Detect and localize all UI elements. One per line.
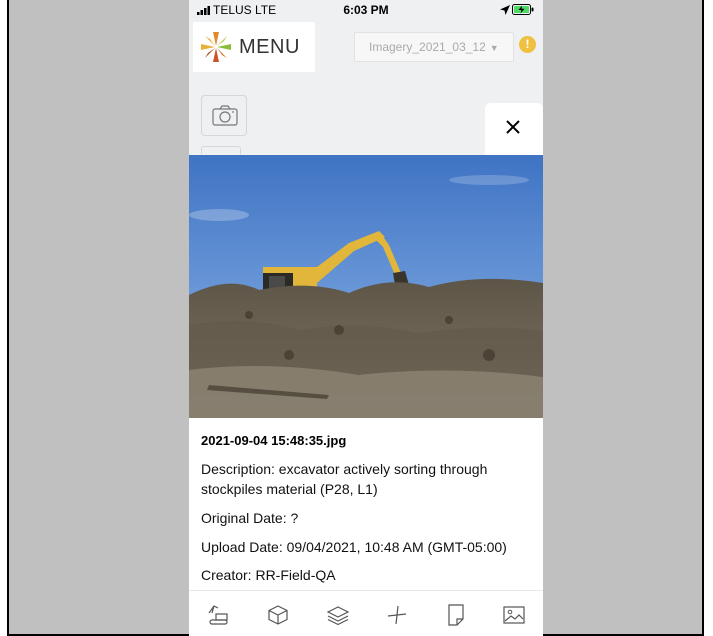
imagery-dropdown-value: Imagery_2021_03_12 xyxy=(369,40,486,54)
close-icon xyxy=(506,120,520,134)
document-icon[interactable] xyxy=(444,603,468,627)
photo-description: Description: excavator actively sorting … xyxy=(201,461,488,497)
site-photo xyxy=(189,155,543,418)
photo-creator: Creator: RR-Field-QA xyxy=(201,567,336,583)
bottom-toolbar xyxy=(189,590,543,636)
photo-details-panel: 2021-09-04 15:48:35.jpg Description: exc… xyxy=(189,418,543,590)
menu-label: MENU xyxy=(239,36,300,58)
close-button[interactable] xyxy=(485,103,543,155)
image-icon[interactable] xyxy=(502,603,526,627)
panel-tab-edge xyxy=(201,146,241,154)
status-bar: TELUS LTE 6:03 PM xyxy=(189,0,543,20)
alert-icon[interactable]: ! xyxy=(519,36,536,53)
imagery-dropdown[interactable]: Imagery_2021_03_12 ▼ xyxy=(354,32,514,62)
status-time: 6:03 PM xyxy=(343,3,389,17)
app-logo-icon xyxy=(201,32,231,62)
camera-icon xyxy=(212,105,238,126)
camera-button[interactable] xyxy=(201,95,247,136)
phone-screen: TELUS LTE 6:03 PM MENU Imagery_2021_03_1… xyxy=(189,0,543,636)
measure-icon[interactable] xyxy=(385,603,409,627)
caret-down-icon: ▼ xyxy=(489,43,499,53)
excavator-icon[interactable] xyxy=(206,603,230,627)
photo-original-date: Original Date: ? xyxy=(201,510,299,526)
location-arrow-icon xyxy=(500,5,510,15)
box-3d-icon[interactable] xyxy=(266,603,290,627)
battery-charging-icon xyxy=(512,4,534,15)
layers-icon[interactable] xyxy=(326,603,350,627)
photo-upload-date: Upload Date: 09/04/2021, 10:48 AM (GMT-0… xyxy=(201,539,507,555)
photo-filename: 2021-09-04 15:48:35.jpg xyxy=(201,433,347,448)
menu-button[interactable]: MENU xyxy=(193,22,315,72)
